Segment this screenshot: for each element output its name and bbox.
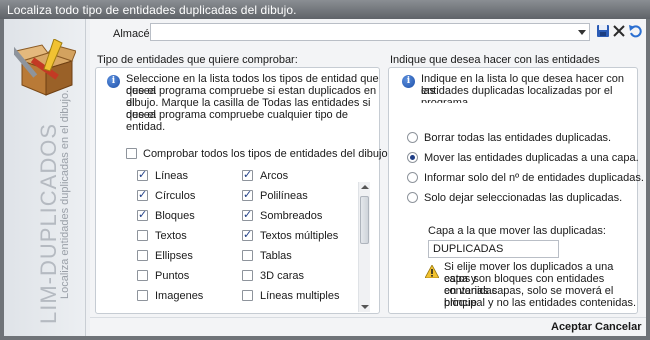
- title-bar: Localiza todo tipo de entidades duplicad…: [0, 0, 650, 19]
- cancel-button[interactable]: Cancelar: [595, 321, 641, 333]
- action-radio[interactable]: [407, 152, 418, 163]
- entity-label: Líneas multiples: [260, 290, 340, 302]
- scroll-down-icon[interactable]: [361, 305, 369, 309]
- chevron-down-icon[interactable]: [578, 30, 586, 35]
- action-info-line-2: entidades duplicadas localizadas por el: [421, 85, 613, 97]
- warning-line-4: principal y no las entidades contenidas.: [444, 297, 637, 309]
- entity-label: Textos: [155, 230, 187, 242]
- entity-checkbox[interactable]: [137, 270, 148, 281]
- undo-icon[interactable]: [628, 24, 642, 38]
- action-radio[interactable]: [407, 192, 418, 203]
- entity-checkbox[interactable]: [242, 270, 253, 281]
- layer-input[interactable]: DUPLICADAS: [428, 240, 559, 258]
- close-icon[interactable]: [612, 24, 626, 38]
- action-panel: i Indique en la lista lo que desea hacer…: [388, 67, 644, 314]
- layer-label: Capa a la que mover las duplicadas:: [428, 225, 606, 237]
- action-option-label: Solo dejar seleccionadas las duplicadas.: [424, 192, 623, 204]
- entity-label: Bloques: [155, 210, 195, 222]
- entity-label: Líneas: [155, 170, 189, 182]
- entity-info-line-4: que el programa compruebe cualquier tipo…: [126, 109, 348, 133]
- action-info-line-3: programa: [421, 97, 469, 103]
- action-option-label: Mover las entidades duplicadas a una cap…: [424, 152, 639, 164]
- info-icon: i: [402, 75, 415, 88]
- entity-label: Sombreados: [260, 210, 323, 222]
- entity-checkbox[interactable]: [242, 208, 253, 221]
- dialog-window: Localiza todo tipo de entidades duplicad…: [0, 0, 650, 340]
- sidebar-subtitle: Localiza entidades duplicadas en el dibu…: [59, 89, 71, 299]
- entity-checkbox[interactable]: [137, 250, 148, 261]
- entity-label: 3D caras: [260, 270, 305, 282]
- entity-label: Puntos: [155, 270, 190, 282]
- entity-checkbox[interactable]: [242, 168, 253, 181]
- entity-checkbox[interactable]: [137, 208, 148, 221]
- entity-checkbox[interactable]: [242, 228, 253, 241]
- window-title: Localiza todo tipo de entidades duplicad…: [7, 3, 297, 17]
- entity-label: Polilíneas: [260, 190, 308, 202]
- check-all-checkbox[interactable]: [126, 148, 137, 159]
- scroll-up-icon[interactable]: [361, 185, 369, 189]
- accept-button[interactable]: Aceptar: [551, 321, 592, 333]
- action-option-label: Borrar todas las entidades duplicadas.: [424, 132, 612, 144]
- check-all-label: Comprobar todos los tipos de entidades d…: [143, 148, 391, 160]
- main-area: Almacén Tipo de entidades que quiere com…: [90, 19, 646, 336]
- entity-label: Textos múltiples: [260, 230, 339, 242]
- action-option-label: Informar solo del nº de entidades duplic…: [424, 172, 644, 184]
- entity-checkbox[interactable]: [137, 290, 148, 301]
- sidebar: LIM-DUPLICADOS Localiza entidades duplic…: [4, 19, 86, 336]
- action-radio[interactable]: [407, 172, 418, 183]
- entity-label: Arcos: [260, 170, 289, 182]
- entity-types-panel: i Seleccione en la lista todos los tipos…: [95, 67, 391, 314]
- entity-types-group-title: Tipo de entidades que quiere comprobar:: [97, 54, 298, 66]
- action-radio[interactable]: [407, 132, 418, 143]
- entity-label: Imagenes: [155, 290, 204, 302]
- almacen-combo[interactable]: [150, 23, 590, 41]
- entity-checkbox[interactable]: [242, 188, 253, 201]
- entity-checkbox[interactable]: [242, 250, 253, 261]
- entity-list-scrollbar[interactable]: [358, 182, 370, 312]
- entity-checkbox[interactable]: [242, 290, 253, 301]
- scroll-thumb[interactable]: [360, 196, 369, 244]
- entity-checkbox[interactable]: [137, 168, 148, 181]
- entity-label: Ellipses: [155, 250, 193, 262]
- save-icon[interactable]: [596, 24, 610, 38]
- entity-checkbox[interactable]: [137, 188, 148, 201]
- info-icon: i: [107, 75, 120, 88]
- warning-icon: [425, 265, 439, 278]
- entity-checkbox[interactable]: [137, 230, 148, 241]
- entity-label: Círculos: [155, 190, 196, 202]
- entity-label: Tablas: [260, 250, 292, 262]
- layer-input-value: DUPLICADAS: [433, 243, 504, 255]
- dialog-client: LIM-DUPLICADOS Localiza entidades duplic…: [4, 19, 646, 336]
